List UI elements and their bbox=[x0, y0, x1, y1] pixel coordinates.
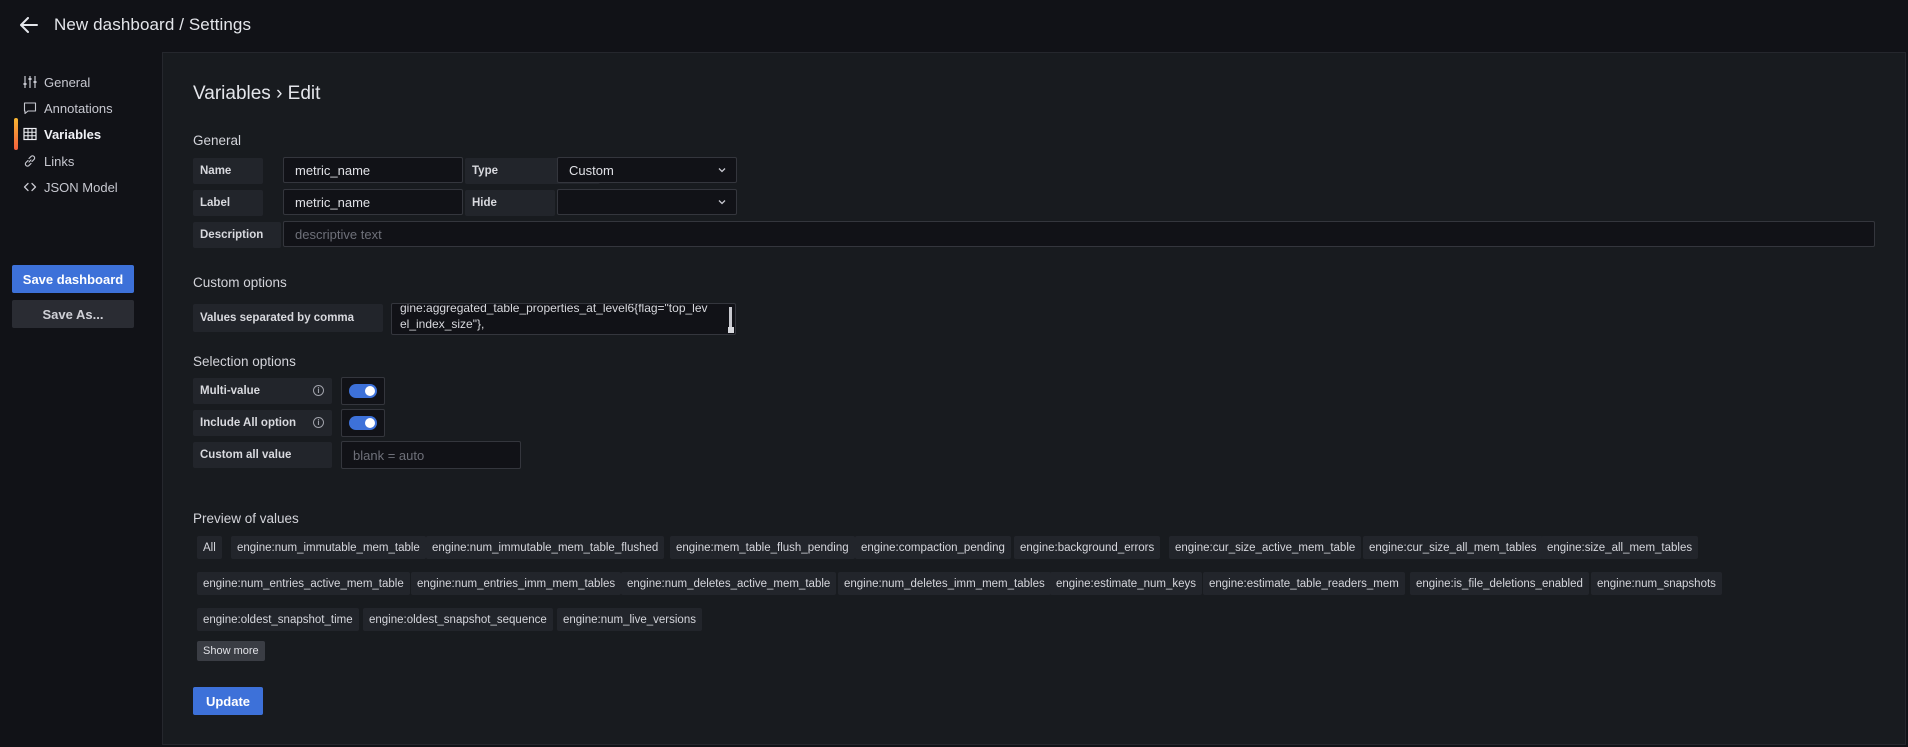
preview-chip: engine:cur_size_active_mem_table bbox=[1169, 536, 1362, 559]
preview-chip: engine:num_deletes_imm_mem_tables bbox=[838, 572, 1051, 595]
top-bar: New dashboard / Settings bbox=[0, 0, 1908, 50]
preview-chip: engine:cur_size_all_mem_tables bbox=[1363, 536, 1543, 559]
preview-chip: engine:num_immutable_mem_table_flushed bbox=[426, 536, 665, 559]
chevron-down-icon bbox=[718, 168, 726, 173]
preview-chip: engine:num_entries_active_mem_table bbox=[197, 572, 410, 595]
sidebar-item-json-model[interactable]: JSON Model bbox=[14, 174, 154, 200]
preview-chip: engine:background_errors bbox=[1014, 536, 1161, 559]
preview-chip: engine:estimate_table_readers_mem bbox=[1203, 572, 1405, 595]
resize-handle[interactable] bbox=[728, 327, 734, 333]
section-title-general: General bbox=[193, 133, 242, 148]
include-all-label-text: Include All option bbox=[200, 417, 297, 429]
values-textarea[interactable]: gine:aggregated_table_properties_at_leve… bbox=[391, 303, 736, 335]
multi-value-label: Multi-value i bbox=[193, 378, 332, 404]
preview-chip: engine:mem_table_flush_pending bbox=[670, 536, 855, 559]
update-button[interactable]: Update bbox=[193, 687, 263, 715]
include-all-label: Include All option i bbox=[193, 410, 332, 436]
section-title-preview: Preview of values bbox=[193, 511, 299, 526]
type-label-text: Type bbox=[472, 165, 498, 177]
custom-all-input[interactable]: blank = auto bbox=[341, 441, 521, 469]
section-title-selection-options: Selection options bbox=[193, 354, 296, 369]
sliders-icon bbox=[22, 74, 38, 90]
preview-chip: engine:num_deletes_active_mem_table bbox=[621, 572, 837, 595]
hide-select[interactable] bbox=[557, 189, 737, 215]
section-title-custom-options: Custom options bbox=[193, 275, 287, 290]
preview-chip: engine:oldest_snapshot_time bbox=[197, 608, 359, 631]
page-breadcrumb: New dashboard / Settings bbox=[54, 15, 252, 34]
multi-value-toggle[interactable] bbox=[341, 377, 385, 405]
settings-sidebar: General Annotations Variables Links JSON… bbox=[0, 52, 160, 747]
include-all-toggle[interactable] bbox=[341, 409, 385, 437]
type-select-value: Custom bbox=[569, 162, 614, 178]
custom-all-label: Custom all value bbox=[193, 442, 332, 468]
save-as-button[interactable]: Save As... bbox=[12, 300, 134, 328]
toggle-switch[interactable] bbox=[349, 384, 377, 398]
preview-chip: engine:num_immutable_mem_table bbox=[231, 536, 426, 559]
show-more-button[interactable]: Show more bbox=[197, 641, 265, 661]
description-input[interactable]: descriptive text bbox=[283, 221, 1875, 247]
sidebar-item-label: Variables bbox=[44, 126, 102, 142]
description-label: Description bbox=[193, 222, 281, 248]
sidebar-item-label: General bbox=[44, 74, 91, 90]
preview-chip: engine:oldest_snapshot_sequence bbox=[363, 608, 553, 631]
info-icon[interactable]: i bbox=[313, 385, 324, 396]
comment-icon bbox=[22, 100, 38, 116]
sidebar-item-label: Annotations bbox=[44, 100, 113, 116]
label-label: Label bbox=[193, 190, 263, 216]
preview-chip: engine:is_file_deletions_enabled bbox=[1410, 572, 1589, 595]
table-icon bbox=[22, 126, 38, 142]
label-input[interactable]: metric_name bbox=[283, 189, 463, 215]
info-icon[interactable]: i bbox=[313, 417, 324, 428]
arrow-left-icon[interactable] bbox=[14, 10, 44, 40]
chevron-down-icon bbox=[718, 200, 726, 205]
name-input[interactable]: metric_name bbox=[283, 157, 463, 183]
save-dashboard-button[interactable]: Save dashboard bbox=[12, 265, 134, 293]
sidebar-item-annotations[interactable]: Annotations bbox=[14, 95, 154, 121]
preview-chip: engine:num_live_versions bbox=[557, 608, 702, 631]
type-select[interactable]: Custom bbox=[557, 157, 737, 183]
preview-chip: engine:num_entries_imm_mem_tables bbox=[411, 572, 622, 595]
preview-chip: engine:size_all_mem_tables bbox=[1541, 536, 1699, 559]
sidebar-item-variables[interactable]: Variables bbox=[14, 118, 154, 150]
values-line-2: el_index_size"}, bbox=[400, 317, 485, 331]
sidebar-item-label: Links bbox=[44, 153, 75, 169]
sidebar-item-links[interactable]: Links bbox=[14, 148, 154, 174]
page-title: Variables › Edit bbox=[193, 83, 321, 104]
toggle-switch[interactable] bbox=[349, 416, 377, 430]
sidebar-item-general[interactable]: General bbox=[14, 69, 154, 95]
sidebar-item-label: JSON Model bbox=[44, 179, 118, 195]
hide-label: Hide bbox=[465, 190, 555, 216]
link-icon bbox=[22, 153, 38, 169]
name-label: Name bbox=[193, 158, 263, 184]
variable-editor-panel: Variables › Edit General Name metric_nam… bbox=[162, 52, 1906, 745]
multi-value-label-text: Multi-value bbox=[200, 385, 261, 397]
values-line-1: gine:aggregated_table_properties_at_leve… bbox=[400, 303, 708, 315]
values-label: Values separated by comma bbox=[193, 304, 383, 332]
preview-chip: engine:num_snapshots bbox=[1591, 572, 1722, 595]
textarea-scrollbar[interactable] bbox=[729, 307, 732, 327]
preview-chip: engine:estimate_num_keys bbox=[1050, 572, 1202, 595]
preview-chip: All bbox=[197, 536, 222, 559]
preview-chip: engine:compaction_pending bbox=[855, 536, 1011, 559]
code-icon bbox=[22, 179, 38, 195]
